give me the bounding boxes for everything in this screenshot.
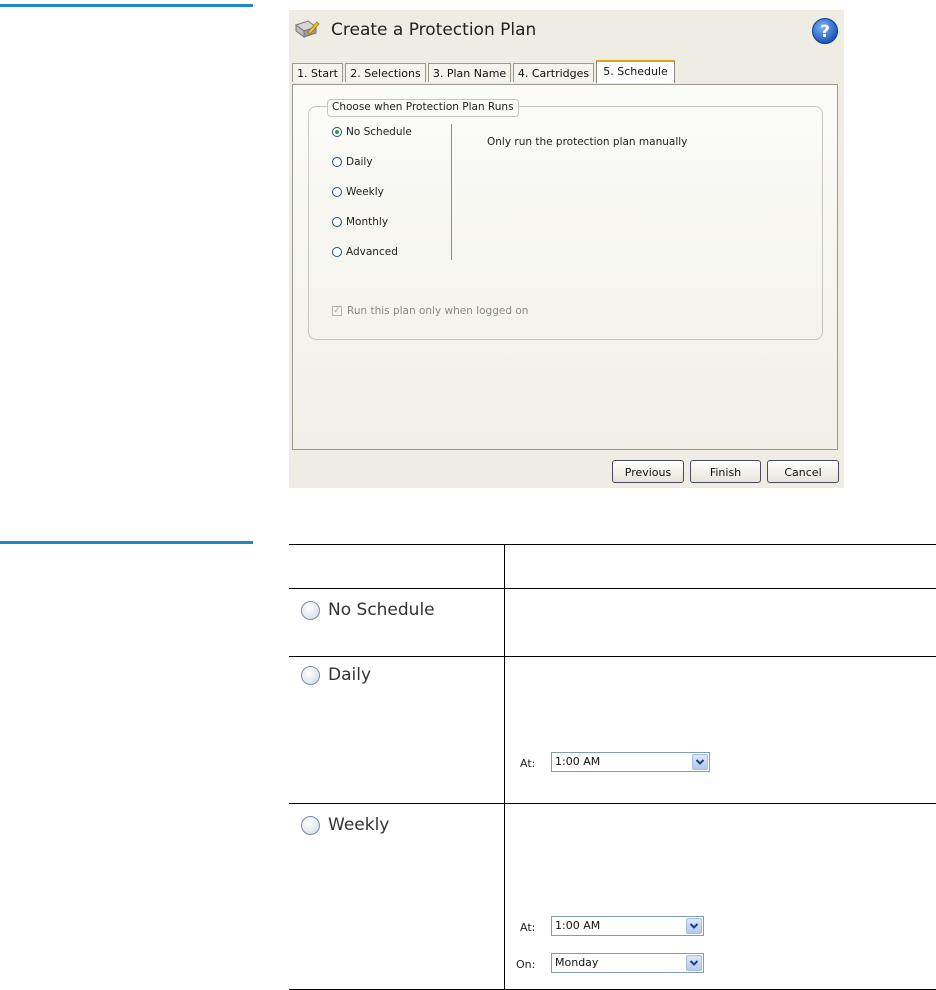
chevron-down-icon (689, 960, 699, 966)
option-label: Monthly (346, 216, 389, 228)
table-option-label: No Schedule (328, 600, 435, 620)
radio-icon (301, 600, 320, 620)
svg-text:?: ? (820, 22, 830, 42)
radio-button[interactable] (332, 217, 342, 227)
table-rule (289, 544, 936, 545)
tab-label: 4. Cartridges (517, 67, 590, 80)
radio-icon (301, 665, 320, 685)
table-column-divider (504, 544, 505, 990)
table-option-label: Weekly (328, 815, 390, 835)
title-bar: Create a Protection Plan ? (289, 10, 844, 52)
weekly-on-label: On: (516, 958, 536, 971)
table-option-no-schedule: No Schedule (301, 600, 435, 620)
help-icon[interactable]: ? (811, 17, 839, 45)
radio-button[interactable] (332, 157, 342, 167)
daily-time-select[interactable]: 1:00 AM (551, 752, 710, 772)
table-option-weekly: Weekly (301, 815, 389, 835)
tab-cartridges[interactable]: 4. Cartridges (513, 63, 594, 82)
schedule-options-table: No Schedule Daily At: 1:00 AM Weekly At:… (289, 544, 936, 990)
finish-button[interactable]: Finish (690, 460, 761, 483)
select-value: Monday (555, 956, 599, 969)
previous-button[interactable]: Previous (612, 460, 684, 483)
cancel-button[interactable]: Cancel (767, 460, 839, 483)
weekly-at-label: At: (520, 921, 536, 934)
tab-schedule[interactable]: 5. Schedule (596, 60, 675, 83)
section-rule-bottom (0, 541, 253, 544)
section-rule-top (0, 4, 253, 7)
radio-icon (301, 815, 320, 835)
option-label: No Schedule (346, 126, 412, 138)
radio-button[interactable] (332, 187, 342, 197)
checkbox-disabled: ✓ (332, 306, 342, 316)
option-no-schedule[interactable]: No Schedule (332, 124, 412, 140)
tab-start[interactable]: 1. Start (292, 63, 343, 82)
option-label: Weekly (346, 186, 384, 198)
table-option-daily: Daily (301, 665, 371, 685)
tab-label: 3. Plan Name (432, 67, 507, 80)
dropdown-button[interactable] (692, 754, 708, 770)
radio-button[interactable] (332, 247, 342, 257)
dialog-title: Create a Protection Plan (331, 20, 537, 40)
schedule-description: Only run the protection plan manually (487, 136, 688, 148)
chevron-down-icon (695, 759, 705, 765)
option-label: Daily (346, 156, 373, 168)
table-rule (289, 656, 936, 657)
checkbox-label: Run this plan only when logged on (347, 305, 529, 317)
logged-on-option: ✓ Run this plan only when logged on (332, 305, 528, 317)
option-advanced[interactable]: Advanced (332, 244, 398, 260)
schedule-group: Choose when Protection Plan Runs No Sche… (308, 99, 823, 340)
daily-at-label: At: (520, 757, 536, 770)
tab-label: 5. Schedule (603, 65, 668, 78)
option-monthly[interactable]: Monthly (332, 214, 388, 230)
group-label: Choose when Protection Plan Runs (327, 99, 519, 117)
weekly-time-select[interactable]: 1:00 AM (551, 916, 704, 936)
schedule-panel: Choose when Protection Plan Runs No Sche… (292, 84, 838, 450)
option-weekly[interactable]: Weekly (332, 184, 384, 200)
option-daily[interactable]: Daily (332, 154, 373, 170)
table-option-label: Daily (328, 665, 372, 685)
option-label: Advanced (346, 246, 398, 258)
select-value: 1:00 AM (555, 755, 601, 768)
plan-edit-icon (294, 20, 320, 38)
tab-label: 2. Selections (350, 67, 421, 80)
select-value: 1:00 AM (555, 919, 601, 932)
weekly-day-select[interactable]: Monday (551, 953, 704, 973)
protection-plan-dialog: Create a Protection Plan ? 1. Start 2. S… (289, 10, 844, 488)
chevron-down-icon (689, 923, 699, 929)
dropdown-button[interactable] (686, 955, 702, 971)
option-divider (451, 124, 452, 260)
tab-plan-name[interactable]: 3. Plan Name (428, 63, 511, 82)
dropdown-button[interactable] (686, 918, 702, 934)
tab-label: 1. Start (297, 67, 338, 80)
table-rule (289, 588, 936, 589)
radio-button[interactable] (332, 127, 342, 137)
table-rule (289, 803, 936, 804)
tab-selections[interactable]: 2. Selections (345, 63, 426, 82)
